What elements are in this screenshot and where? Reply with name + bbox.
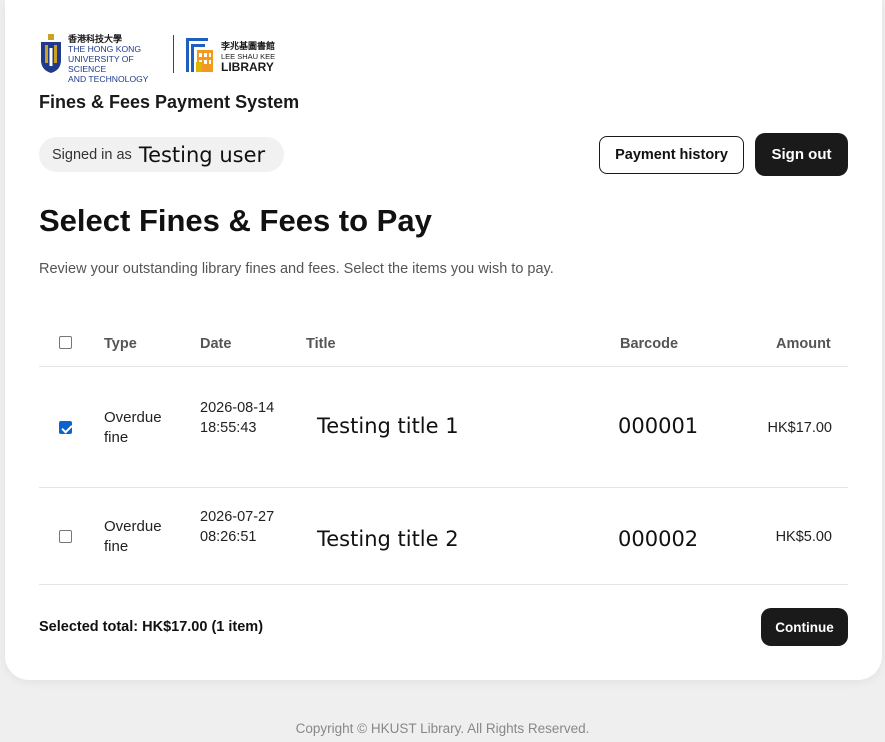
- hkust-logo-zh: 香港科技大學: [68, 34, 123, 44]
- user-name: Testing user: [138, 142, 266, 167]
- hkust-logo-line2: UNIVERSITY OF SCIENCE: [68, 54, 134, 74]
- row-1-date: 2026-08-14 18:55:43: [200, 400, 275, 436]
- page-title: Select Fines & Fees to Pay: [39, 203, 432, 238]
- hkust-logo-line3: AND TECHNOLOGY: [68, 74, 149, 84]
- signed-in-label: Signed in as: [52, 146, 132, 163]
- library-building-icon: [186, 38, 213, 72]
- column-header-barcode: Barcode: [620, 336, 679, 352]
- logo-divider: [173, 35, 174, 73]
- row-1-checkbox[interactable]: [59, 421, 72, 434]
- row-2-barcode: 000002: [618, 527, 699, 551]
- selected-total: Selected total: HK$17.00 (1 item): [39, 619, 264, 635]
- column-header-title: Title: [306, 336, 336, 352]
- column-header-amount: Amount: [776, 336, 831, 352]
- library-logo-zh: 李兆基圖書館: [221, 41, 276, 51]
- row-divider: [39, 487, 848, 488]
- hkust-logo-line1: THE HONG KONG: [68, 44, 142, 54]
- library-logo-line2: LIBRARY: [221, 60, 274, 74]
- header-divider: [39, 366, 848, 367]
- hkust-logo[interactable]: 香港科技大學 THE HONG KONG UNIVERSITY OF SCIEN…: [39, 34, 169, 84]
- payment-history-button[interactable]: Payment history: [599, 136, 744, 174]
- table-bottom-divider: [39, 584, 848, 585]
- row-2-date: 2026-07-27 08:26:51: [200, 509, 275, 545]
- footer-copyright: Copyright © HKUST Library. All Rights Re…: [295, 721, 590, 736]
- sign-out-button[interactable]: Sign out: [755, 133, 848, 176]
- library-logo-text: 李兆基圖書館 LEE SHAU KEE LIBRARY: [221, 41, 275, 74]
- main-card: 香港科技大學 THE HONG KONG UNIVERSITY OF SCIEN…: [5, 0, 882, 680]
- hkust-shield-icon: [41, 34, 61, 73]
- row-1-amount: HK$17.00: [767, 420, 833, 436]
- row-1-barcode: 000001: [618, 414, 699, 438]
- row-2-checkbox[interactable]: [59, 530, 72, 543]
- signed-in-badge: Signed in as Testing user: [39, 137, 284, 172]
- row-2-type: Overdue fine: [104, 518, 162, 555]
- column-header-date: Date: [200, 336, 232, 352]
- library-logo[interactable]: 李兆基圖書館 LEE SHAU KEE LIBRARY: [185, 34, 295, 76]
- system-title: Fines & Fees Payment System: [39, 92, 300, 112]
- row-2-amount: HK$5.00: [775, 529, 832, 545]
- column-header-type: Type: [104, 336, 137, 352]
- continue-button[interactable]: Continue: [761, 608, 848, 646]
- row-1-title: Testing title 1: [317, 414, 459, 438]
- page-description: Review your outstanding library fines an…: [39, 261, 554, 277]
- select-all-checkbox[interactable]: [59, 336, 72, 349]
- row-1-type: Overdue fine: [104, 409, 162, 446]
- row-2-title: Testing title 2: [317, 527, 459, 551]
- hkust-logo-text: 香港科技大學 THE HONG KONG UNIVERSITY OF SCIEN…: [68, 34, 169, 84]
